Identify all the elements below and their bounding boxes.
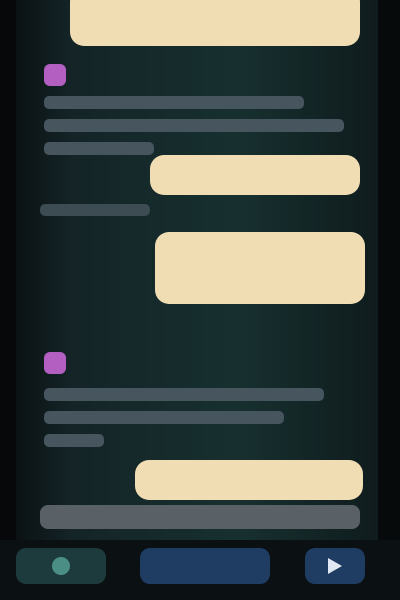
send-icon [328, 558, 342, 574]
attach-button[interactable] [16, 548, 106, 584]
outgoing-message-bubble[interactable] [150, 155, 360, 195]
attach-icon [52, 557, 70, 575]
message-input[interactable] [40, 505, 360, 529]
message-text-line [44, 119, 344, 132]
send-button[interactable] [305, 548, 365, 584]
incoming-message[interactable] [44, 64, 364, 155]
outgoing-message-bubble[interactable] [70, 0, 360, 46]
avatar [44, 64, 66, 86]
avatar [44, 352, 66, 374]
message-text-line [40, 204, 150, 216]
left-edge [0, 0, 16, 600]
message-text-line [44, 411, 284, 424]
message-sender [44, 64, 364, 86]
right-edge [378, 0, 400, 600]
message-text-line [44, 96, 304, 109]
outgoing-message-bubble[interactable] [135, 460, 363, 500]
message-text-line [44, 142, 154, 155]
chat-screen [0, 0, 400, 600]
outgoing-message-bubble[interactable] [155, 232, 365, 304]
message-text-line [44, 434, 104, 447]
primary-action-button[interactable] [140, 548, 270, 584]
message-sender [44, 352, 364, 374]
incoming-message[interactable] [44, 352, 364, 452]
message-text-line [44, 388, 324, 401]
